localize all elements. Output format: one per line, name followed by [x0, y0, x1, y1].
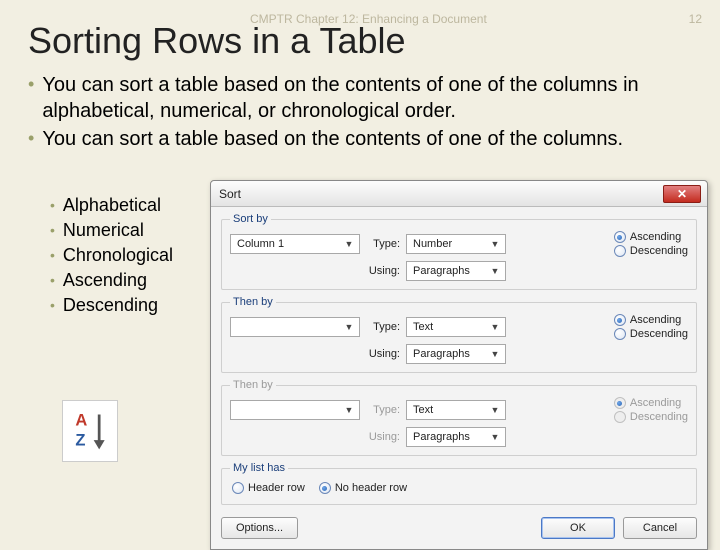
combo-value: Number [413, 238, 452, 250]
chevron-down-icon: ▼ [342, 239, 356, 249]
using-label: Using: [366, 431, 400, 443]
combo-value: Column 1 [237, 238, 284, 250]
type-label: Type: [366, 404, 400, 416]
ascending-radio [614, 397, 626, 409]
close-button[interactable]: ✕ [663, 185, 701, 203]
ascending-radio[interactable] [614, 231, 626, 243]
then-by-legend: Then by [230, 296, 276, 308]
chevron-down-icon: ▼ [488, 266, 502, 276]
no-header-row-label: No header row [335, 482, 407, 494]
sort-by-type-combo[interactable]: Number ▼ [406, 234, 506, 254]
sub-bullet-text: Alphabetical [63, 195, 161, 216]
descending-radio[interactable] [614, 245, 626, 257]
chevron-down-icon: ▼ [488, 432, 502, 442]
sort-az-icon: A Z [62, 400, 118, 462]
chevron-down-icon: ▼ [488, 239, 502, 249]
options-button[interactable]: Options... [221, 517, 298, 539]
ascending-label: Ascending [630, 397, 681, 409]
descending-label: Descending [630, 328, 688, 340]
combo-value: Text [413, 321, 433, 333]
then-by-2-using-combo: Paragraphs ▼ [406, 427, 506, 447]
using-label: Using: [366, 265, 400, 277]
then-by-1-group: Then by ▼ Type: Text ▼ Ascending [221, 296, 697, 373]
my-list-legend: My list has [230, 462, 288, 474]
ascending-radio[interactable] [614, 314, 626, 326]
dialog-title: Sort [219, 187, 663, 201]
chevron-down-icon: ▼ [488, 405, 502, 415]
sub-bullet-text: Descending [63, 295, 158, 316]
svg-text:Z: Z [75, 432, 85, 450]
then-by-2-type-combo: Text ▼ [406, 400, 506, 420]
chevron-down-icon: ▼ [342, 405, 356, 415]
chevron-down-icon: ▼ [342, 322, 356, 332]
combo-value: Paragraphs [413, 265, 470, 277]
sort-by-column-combo[interactable]: Column 1 ▼ [230, 234, 360, 254]
close-icon: ✕ [677, 187, 687, 201]
combo-value: Text [413, 404, 433, 416]
descending-radio[interactable] [614, 328, 626, 340]
sort-dialog: Sort ✕ Sort by Column 1 ▼ Type: Number ▼ [210, 180, 708, 550]
then-by-1-type-combo[interactable]: Text ▼ [406, 317, 506, 337]
descending-label: Descending [630, 411, 688, 423]
ascending-label: Ascending [630, 314, 681, 326]
chevron-down-icon: ▼ [488, 322, 502, 332]
sub-bullet-text: Ascending [63, 270, 147, 291]
descending-label: Descending [630, 245, 688, 257]
page-title: Sorting Rows in a Table [28, 20, 406, 62]
sub-bullet-text: Chronological [63, 245, 173, 266]
bullet-text: You can sort a table based on the conten… [42, 126, 623, 152]
dialog-titlebar[interactable]: Sort ✕ [211, 181, 707, 207]
no-header-row-radio[interactable] [319, 482, 331, 494]
using-label: Using: [366, 348, 400, 360]
type-label: Type: [366, 238, 400, 250]
sort-by-using-combo[interactable]: Paragraphs ▼ [406, 261, 506, 281]
sort-by-legend: Sort by [230, 213, 271, 225]
svg-text:A: A [75, 412, 87, 430]
then-by-2-column-combo: ▼ [230, 400, 360, 420]
sub-bullets: •Alphabetical •Numerical •Chronological … [50, 195, 173, 320]
chevron-down-icon: ▼ [488, 349, 502, 359]
then-by-1-using-combo[interactable]: Paragraphs ▼ [406, 344, 506, 364]
sub-bullet-text: Numerical [63, 220, 144, 241]
ok-button[interactable]: OK [541, 517, 615, 539]
main-bullets: •You can sort a table based on the conte… [28, 72, 702, 154]
combo-value: Paragraphs [413, 431, 470, 443]
header-row-radio[interactable] [232, 482, 244, 494]
combo-value: Paragraphs [413, 348, 470, 360]
then-by-2-group: Then by ▼ Type: Text ▼ Ascending [221, 379, 697, 456]
then-by-legend: Then by [230, 379, 276, 391]
sort-by-group: Sort by Column 1 ▼ Type: Number ▼ Ascend… [221, 213, 697, 290]
then-by-1-column-combo[interactable]: ▼ [230, 317, 360, 337]
descending-radio [614, 411, 626, 423]
bullet-text: You can sort a table based on the conten… [42, 72, 702, 124]
header-row-label: Header row [248, 482, 305, 494]
cancel-button[interactable]: Cancel [623, 517, 697, 539]
ascending-label: Ascending [630, 231, 681, 243]
page-number: 12 [689, 12, 702, 26]
type-label: Type: [366, 321, 400, 333]
my-list-has-group: My list has Header row No header row [221, 462, 697, 505]
